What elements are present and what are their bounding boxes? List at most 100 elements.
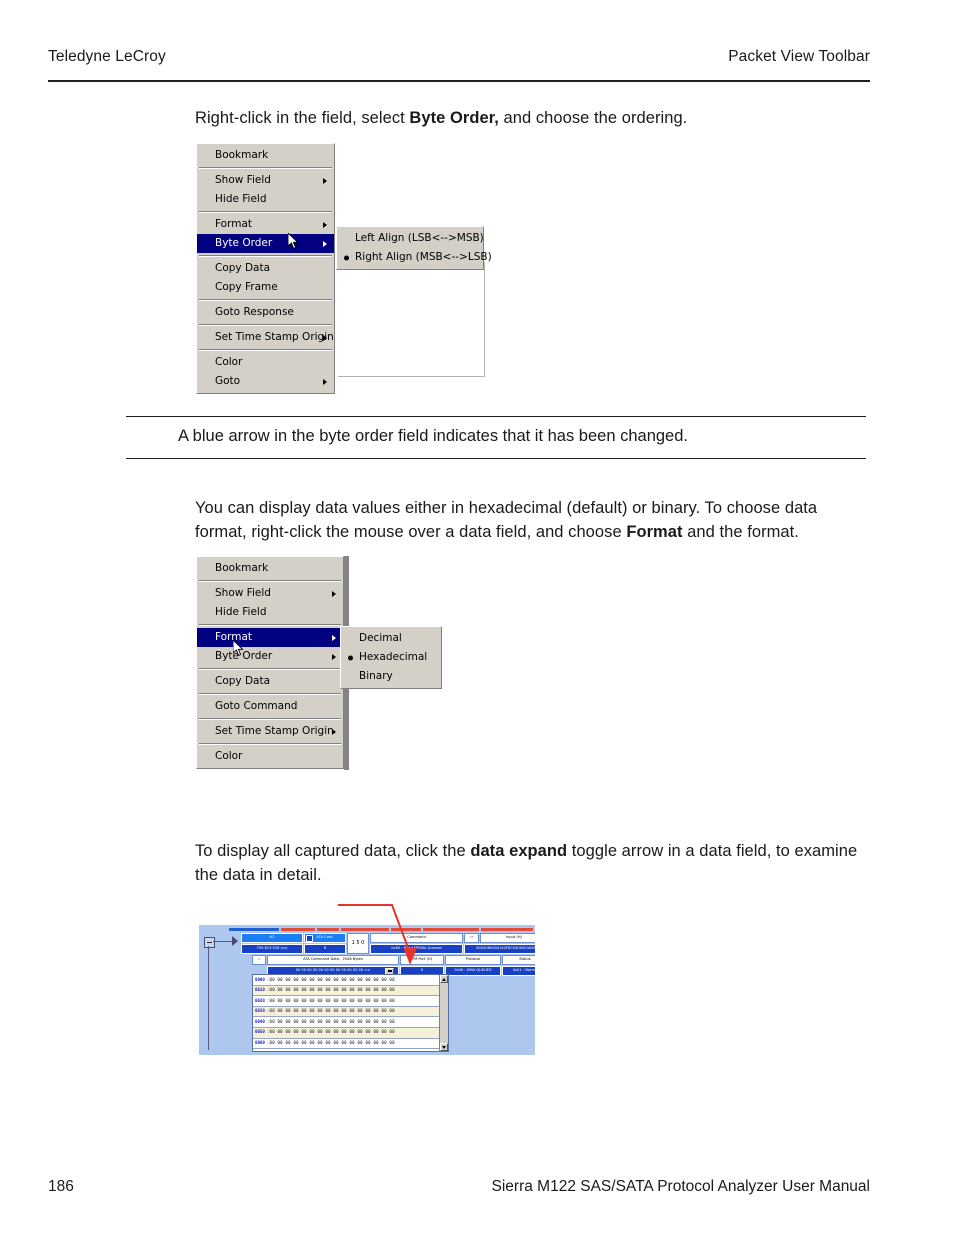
note-text: A blue arrow in the byte order field ind… bbox=[178, 427, 688, 445]
packet-cell-status-value: 0x01 : Norma bbox=[502, 966, 535, 976]
menu1-item-set-time-stamp-origin[interactable]: Set Time Stamp Origin bbox=[197, 328, 334, 347]
submenu-chevron-right-icon bbox=[323, 378, 327, 385]
scrollbar-down-arrow-icon[interactable] bbox=[440, 1043, 448, 1051]
menu-item-label: Show Field bbox=[215, 174, 271, 186]
menu2-item-color[interactable]: Color bbox=[197, 747, 343, 766]
submenu-chevron-right-icon bbox=[332, 590, 336, 597]
submenu1-item-left-align-lsb-msb[interactable]: Left Align (LSB<-->MSB) bbox=[337, 229, 484, 248]
submenu2-item-hexadecimal[interactable]: Hexadecimal bbox=[341, 648, 441, 667]
menu2-item-hide-field[interactable]: Hide Field bbox=[197, 603, 343, 622]
menu2-item-copy-data[interactable]: Copy Data bbox=[197, 672, 343, 691]
tree-collapse-toggle[interactable] bbox=[204, 937, 215, 948]
hex-row-offset: 0060 bbox=[255, 1040, 265, 1046]
menu-separator bbox=[199, 693, 341, 695]
menu-item-label: Copy Data bbox=[215, 262, 271, 274]
packet-view-screenshot: H2 ATA Cmd. 1 5 0 Command ⇨ Input (H) 75… bbox=[199, 925, 535, 1055]
hex-row-offset: 0000 bbox=[255, 976, 265, 982]
menu1-item-color[interactable]: Color bbox=[197, 353, 334, 372]
menu2-item-bookmark[interactable]: Bookmark bbox=[197, 559, 343, 578]
para1-text-a: Right-click in the field, select bbox=[195, 109, 410, 127]
packet-cell-input-h-header: Input (H) bbox=[480, 933, 535, 943]
tree-vertical-line bbox=[208, 946, 209, 1050]
top-strip-red-4 bbox=[391, 928, 421, 931]
context-menu-byte-order[interactable]: Bookmark Show Field Hide Field Format Byte O… bbox=[196, 143, 335, 394]
packet-cell-input-value: 6004080000142F8C0400004008 bbox=[464, 944, 535, 954]
packet-cell-pm-port-header: PM Port (H) bbox=[400, 955, 444, 965]
menu-item-label: Goto Response bbox=[215, 306, 294, 318]
hex-dump-row[interactable]: 0030:00 00 00 00 00 00 00 00 00 00 00 00… bbox=[253, 1006, 448, 1018]
menu1-item-bookmark[interactable]: Bookmark bbox=[197, 146, 334, 165]
menu-item-label: Hide Field bbox=[215, 606, 267, 618]
packet-checkbox-icon[interactable] bbox=[306, 935, 313, 942]
packet-cell-direction-arrow-icon: ⇨ bbox=[464, 933, 479, 943]
submenu2-item-decimal[interactable]: Decimal bbox=[341, 629, 441, 648]
hex-dump-scrollbar[interactable] bbox=[439, 975, 448, 1051]
menu1-item-copy-frame[interactable]: Copy Frame bbox=[197, 278, 334, 297]
menu2-item-goto-command[interactable]: Goto Command bbox=[197, 697, 343, 716]
menu-item-label: Color bbox=[215, 750, 243, 762]
hex-rows-container: 0000:00 00 00 00 00 00 00 00 00 00 00 00… bbox=[253, 975, 448, 1050]
packet-cell-150: 1 5 0 bbox=[347, 933, 369, 954]
menu-separator bbox=[199, 349, 332, 351]
hex-dump-row[interactable]: 0010:00 00 00 00 00 00 00 00 00 00 00 00… bbox=[253, 985, 448, 997]
page-header: Teledyne LeCroy Packet View Toolbar bbox=[48, 48, 870, 82]
menu-item-label: Set Time Stamp Origin bbox=[215, 725, 334, 737]
hex-dump-row[interactable]: 0020:00 00 00 00 00 00 00 00 00 00 00 00… bbox=[253, 996, 448, 1007]
paragraph-data-expand-instruction: To display all captured data, click the … bbox=[195, 840, 880, 887]
menu1-item-show-field[interactable]: Show Field bbox=[197, 171, 334, 190]
hex-row-offset: 0050 bbox=[255, 1029, 265, 1035]
menu-item-label: Decimal bbox=[359, 632, 402, 644]
submenu2-item-binary[interactable]: Binary bbox=[341, 667, 441, 686]
menu2-item-format[interactable]: Format bbox=[197, 628, 343, 647]
hex-dump-row[interactable]: 0000:00 00 00 00 00 00 00 00 00 00 00 00… bbox=[253, 975, 448, 986]
menu-item-label: Copy Frame bbox=[215, 281, 278, 293]
menu1-item-goto[interactable]: Goto bbox=[197, 372, 334, 391]
menu1-item-goto-response[interactable]: Goto Response bbox=[197, 303, 334, 322]
hex-row-bytes: :00 00 00 00 00 00 00 00 00 00 00 00 00 … bbox=[266, 987, 395, 993]
hex-row-bytes: :00 00 00 00 00 00 00 00 00 00 00 00 00 … bbox=[266, 1018, 395, 1024]
hex-row-offset: 0040 bbox=[255, 1018, 265, 1024]
submenu-format-options[interactable]: Decimal Hexadecimal Binary bbox=[340, 626, 442, 689]
menu-item-label: Copy Data bbox=[215, 675, 271, 687]
hex-dump-panel[interactable]: 0000:00 00 00 00 00 00 00 00 00 00 00 00… bbox=[252, 974, 449, 1052]
menu1-item-hide-field[interactable]: Hide Field bbox=[197, 190, 334, 209]
packet-cell-protocol-value: 0x00 : DMA QUEUED bbox=[445, 966, 501, 976]
menu2-item-show-field[interactable]: Show Field bbox=[197, 584, 343, 603]
packet-view-top-strips bbox=[199, 928, 535, 931]
header-company-name: Teledyne LeCroy bbox=[48, 48, 166, 65]
submenu-chevron-right-icon bbox=[323, 177, 327, 184]
menu-item-label: Format bbox=[215, 631, 253, 643]
scrollbar-up-arrow-icon[interactable] bbox=[440, 975, 448, 983]
hex-dump-row[interactable]: 0040:00 00 00 00 00 00 00 00 00 00 00 00… bbox=[253, 1017, 448, 1028]
menu1-item-byte-order[interactable]: Byte Order bbox=[197, 234, 334, 253]
menu-separator bbox=[199, 167, 332, 169]
menu-item-label: Format bbox=[215, 218, 253, 230]
menu-item-label: Bookmark bbox=[215, 149, 269, 161]
context-menu-format[interactable]: Bookmark Show Field Hide Field Format Byte O… bbox=[196, 556, 344, 769]
note-callout-block: A blue arrow in the byte order field ind… bbox=[126, 416, 866, 460]
menu-item-label: Byte Order bbox=[215, 650, 273, 662]
packet-cell-protocol-header: Protocol bbox=[445, 955, 501, 965]
hex-dump-row[interactable]: 0050:00 00 00 00 00 00 00 00 00 00 00 00… bbox=[253, 1027, 448, 1039]
menu1-item-copy-data[interactable]: Copy Data bbox=[197, 259, 334, 278]
submenu1-item-right-align-msb-lsb[interactable]: Right Align (MSB<-->LSB) bbox=[337, 248, 492, 267]
menu2-item-byte-order[interactable]: Byte Order bbox=[197, 647, 343, 666]
menu-separator bbox=[199, 211, 332, 213]
hex-row-bytes: :00 00 00 00 00 00 00 00 00 00 00 00 00 … bbox=[266, 976, 395, 982]
top-strip-red-3 bbox=[341, 928, 389, 931]
menu-item-label: Set Time Stamp Origin bbox=[215, 331, 334, 343]
footer-page-number: 186 bbox=[48, 1178, 74, 1195]
packet-cell-ata-command-data-header: ATA Command Data , 2048 Bytes bbox=[267, 955, 399, 965]
submenu-byte-order-options[interactable]: Left Align (LSB<-->MSB) Right Align (MSB<… bbox=[336, 226, 492, 270]
top-strip-blue-1 bbox=[229, 928, 279, 931]
menu-separator bbox=[199, 668, 341, 670]
radio-selected-icon bbox=[344, 255, 349, 260]
packet-cell-timestamp-value: 750.613.528 (ns) bbox=[241, 944, 303, 954]
hex-dump-row[interactable]: 0060:00 00 00 00 00 00 00 00 00 00 00 00… bbox=[253, 1038, 448, 1050]
tree-expand-arrow-icon[interactable] bbox=[232, 936, 238, 946]
menu1-item-format[interactable]: Format bbox=[197, 215, 334, 234]
submenu-1-backdrop bbox=[338, 262, 485, 377]
submenu-chevron-right-icon bbox=[323, 334, 327, 341]
menu-item-label: Binary bbox=[359, 670, 393, 682]
menu2-item-set-time-stamp-origin[interactable]: Set Time Stamp Origin bbox=[197, 722, 343, 741]
